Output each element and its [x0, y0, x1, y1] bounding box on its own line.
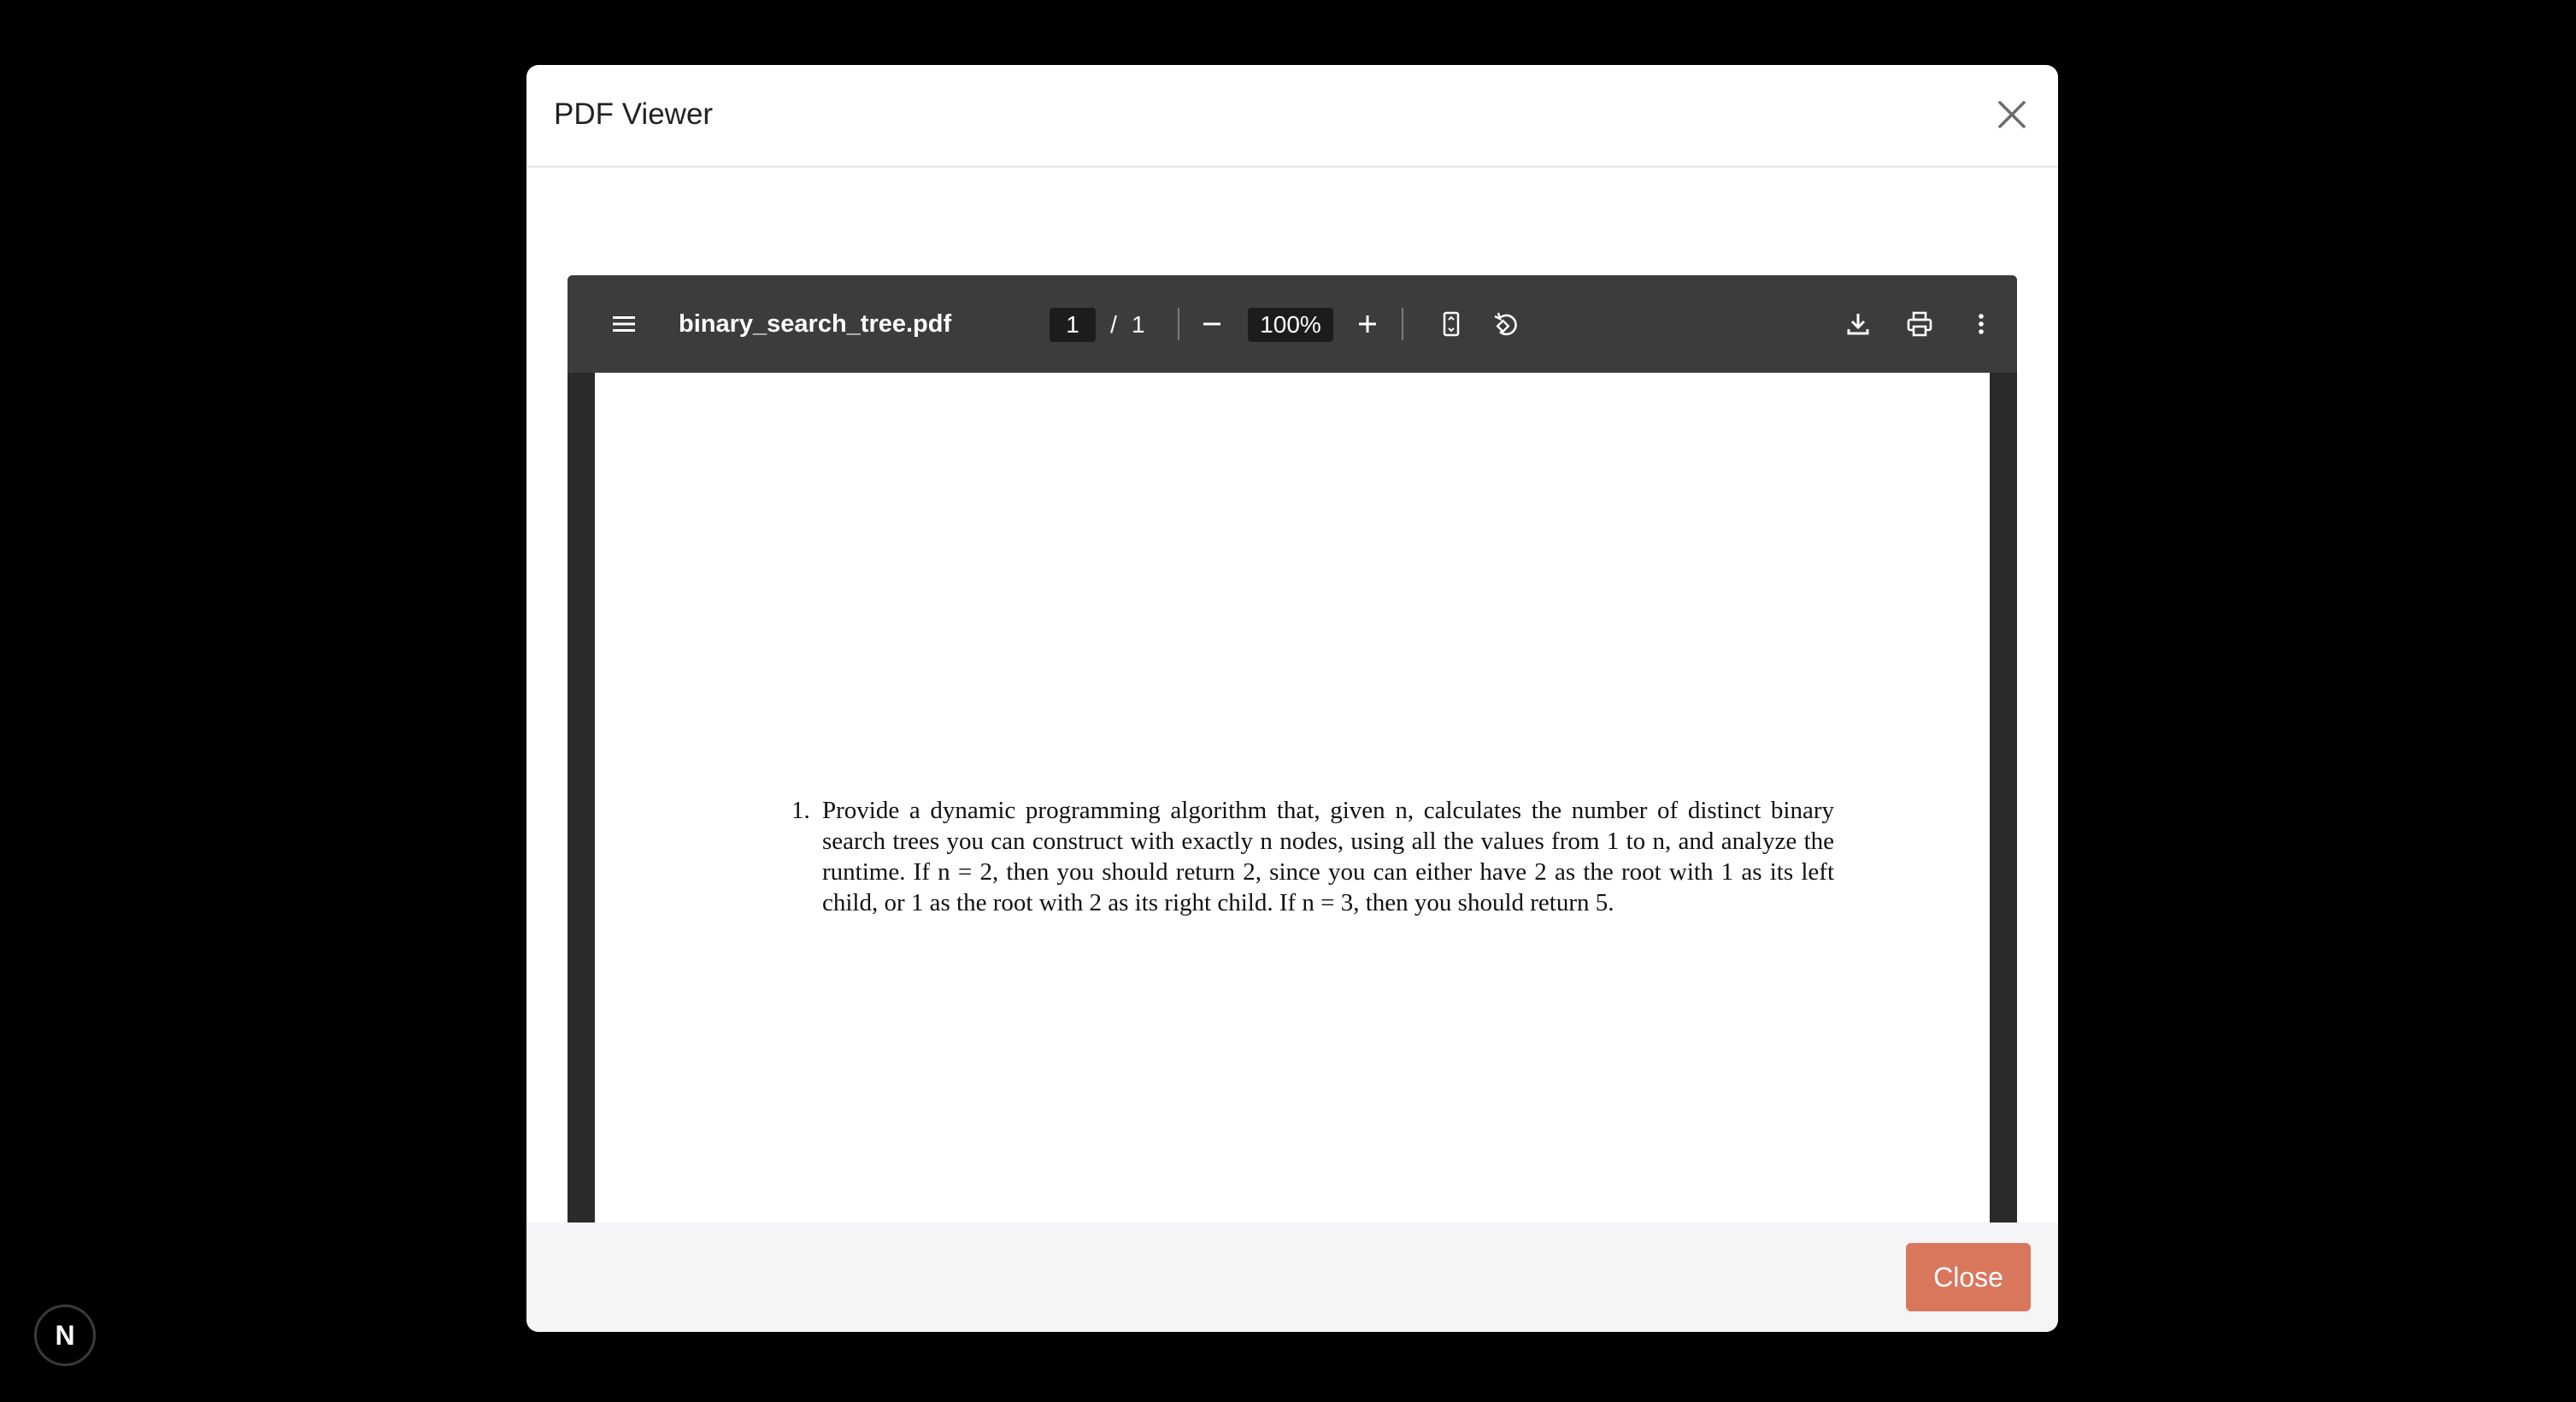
close-icon[interactable]: [1993, 96, 2031, 133]
fit-page-icon[interactable]: [1431, 303, 1472, 345]
nextjs-badge[interactable]: N: [34, 1305, 96, 1366]
minus-icon: [1203, 322, 1220, 326]
list-item: 1. Provide a dynamic programming algorit…: [791, 795, 1834, 918]
close-button[interactable]: Close: [1906, 1243, 2031, 1311]
zoom-level[interactable]: 100%: [1248, 308, 1333, 342]
item-text: Provide a dynamic programming algorithm …: [822, 797, 1834, 916]
modal-header: PDF Viewer: [526, 65, 2058, 168]
total-pages: 1: [1132, 311, 1145, 338]
toolbar-divider: [1402, 308, 1403, 340]
plus-icon: [1359, 315, 1376, 333]
more-vertical-icon[interactable]: [1961, 303, 2002, 345]
modal-title: PDF Viewer: [554, 97, 714, 131]
menu-icon[interactable]: [603, 303, 644, 345]
zoom-out-button[interactable]: [1191, 303, 1232, 345]
toolbar-divider: [1178, 308, 1179, 340]
pdf-content: 1. Provide a dynamic programming algorit…: [791, 795, 1834, 918]
page-number-input[interactable]: [1050, 308, 1096, 342]
document-title: binary_search_tree.pdf: [679, 310, 952, 338]
page-separator: /: [1110, 311, 1117, 338]
pdf-viewer-modal: PDF Viewer binary_search_tree.pdf 1 / 1 …: [526, 65, 2058, 1332]
pdf-page: 1. Provide a dynamic programming algorit…: [595, 373, 1990, 1332]
modal-body: binary_search_tree.pdf / 1 100%: [526, 168, 2058, 1332]
pdf-viewer: binary_search_tree.pdf / 1 100%: [568, 275, 2017, 1332]
modal-footer: Close: [526, 1222, 2058, 1332]
viewer-toolbar: binary_search_tree.pdf / 1 100%: [568, 275, 2017, 373]
item-number: 1.: [791, 797, 810, 824]
zoom-in-button[interactable]: [1347, 303, 1388, 345]
print-icon[interactable]: [1899, 303, 1940, 345]
rotate-icon[interactable]: [1485, 303, 1526, 345]
download-icon[interactable]: [1838, 303, 1879, 345]
